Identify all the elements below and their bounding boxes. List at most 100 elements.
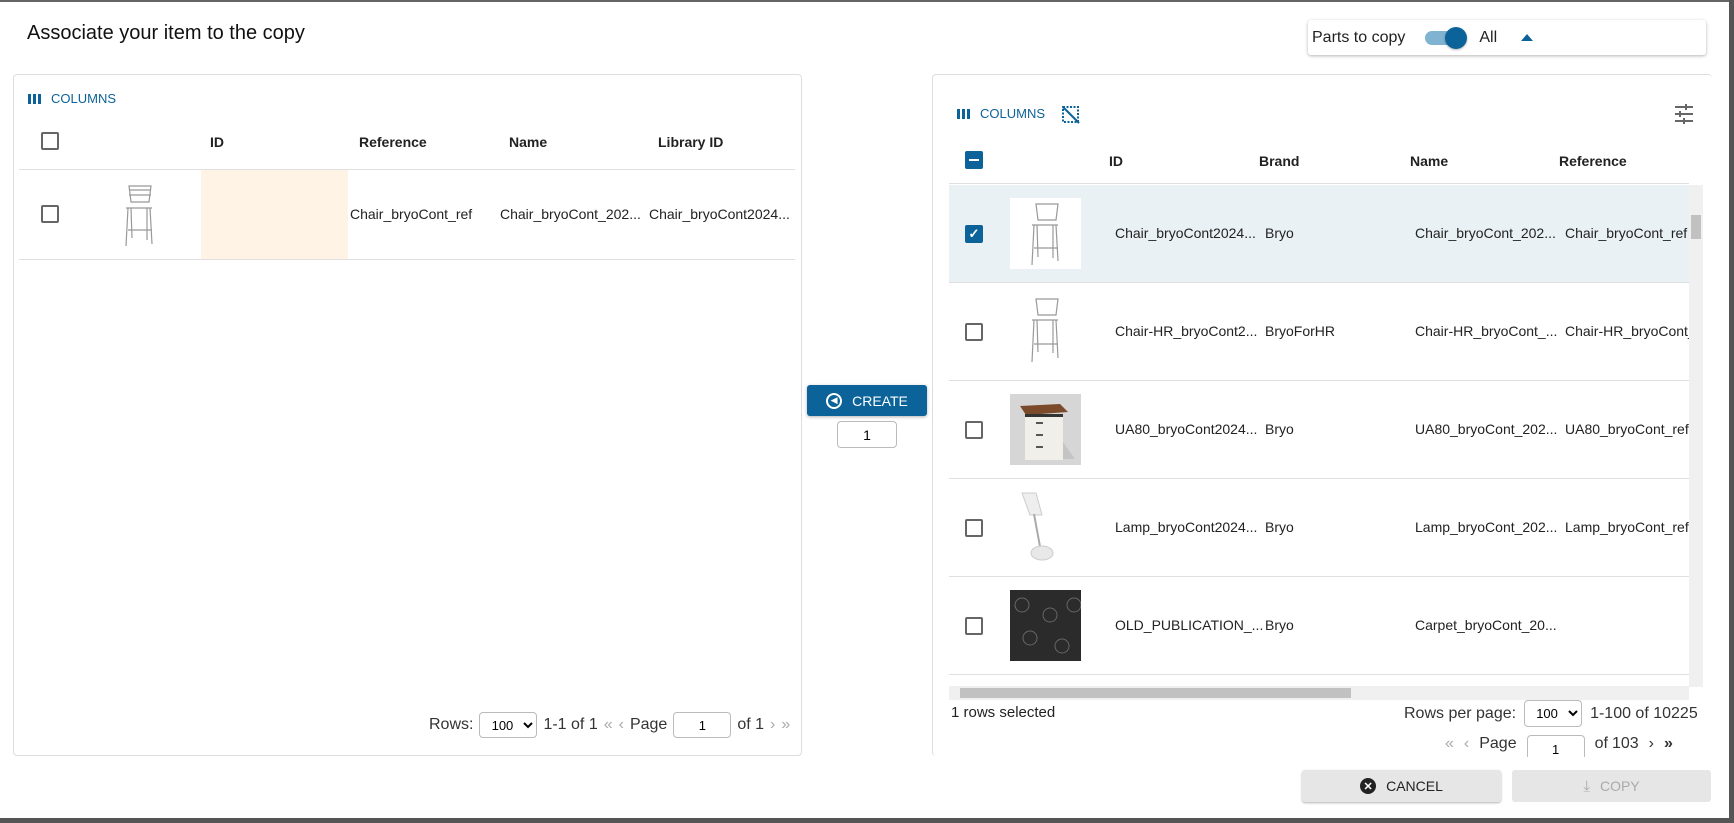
- page-count: of 1: [737, 716, 765, 733]
- columns-icon: [957, 108, 970, 119]
- cancel-button[interactable]: ✕ CANCEL: [1302, 770, 1501, 802]
- cabinet-thumbnail: [1010, 394, 1081, 465]
- reference-cell: Chair_bryoCont_ref: [350, 206, 473, 222]
- download-icon: ⤓: [1583, 777, 1590, 795]
- header-name[interactable]: Name: [1410, 153, 1448, 169]
- of-label: of: [1594, 735, 1608, 752]
- row-checkbox[interactable]: ✓: [965, 225, 983, 243]
- source-table-panel: COLUMNS ID Reference Name Library ID Cha…: [13, 74, 802, 756]
- next-page-button[interactable]: ›: [1649, 735, 1654, 753]
- header-library-id[interactable]: Library ID: [658, 134, 723, 150]
- right-rows-per-page: Rows per page: 100 1-100 of 10225: [1404, 700, 1698, 727]
- table-row[interactable]: ✓ Chair_bryoCont2024... Bryo Chair_bryoC…: [949, 185, 1689, 283]
- id-cell: Chair-HR_bryoCont2...: [1115, 323, 1258, 339]
- target-table-panel: COLUMNS ID Brand Name Reference ✓ Chair_…: [932, 74, 1712, 757]
- last-page-button[interactable]: »: [781, 716, 790, 734]
- page-label: Page: [629, 716, 668, 733]
- filter-settings-icon[interactable]: [1673, 103, 1695, 125]
- quantity-input[interactable]: [837, 421, 897, 448]
- header-id[interactable]: ID: [1109, 153, 1123, 169]
- brand-cell: Bryo: [1265, 519, 1294, 535]
- parts-toggle[interactable]: [1425, 26, 1468, 49]
- table-row[interactable]: OLD_PUBLICATION_... Bryo Carpet_bryoCont…: [949, 577, 1689, 675]
- brand-cell: Bryo: [1265, 225, 1294, 241]
- first-page-button[interactable]: «: [604, 716, 613, 734]
- reference-cell: UA80_bryoCont_ref: [1565, 421, 1689, 437]
- caret-up-icon[interactable]: [1521, 34, 1534, 41]
- copy-button[interactable]: ⤓ COPY: [1512, 770, 1711, 802]
- selected-count: 1 rows selected: [951, 704, 1056, 721]
- next-page-button[interactable]: ›: [770, 716, 775, 734]
- header-name[interactable]: Name: [509, 134, 547, 150]
- table-row[interactable]: Chair_bryoCont_ref Chair_bryoCont_202...…: [19, 170, 795, 259]
- rows-per-page-select[interactable]: 100: [479, 712, 538, 738]
- left-pagination: Rows: 100 1-1 of 1 « ‹ Page of 1 › »: [429, 712, 790, 738]
- brand-cell: BryoForHR: [1265, 323, 1336, 339]
- prev-page-button[interactable]: ‹: [1464, 735, 1469, 753]
- header-reference[interactable]: Reference: [359, 134, 427, 150]
- rows-label: Rows per page:: [1404, 704, 1517, 722]
- columns-button[interactable]: COLUMNS: [28, 91, 116, 106]
- columns-button[interactable]: COLUMNS: [957, 106, 1045, 121]
- dialog-title: Associate your item to the copy: [27, 22, 305, 44]
- name-cell: Chair_bryoCont_202...: [500, 206, 641, 222]
- id-cell: [201, 170, 348, 259]
- name-cell: Carpet_bryoCont_20...: [1415, 617, 1557, 633]
- header-id[interactable]: ID: [210, 134, 224, 150]
- id-cell: UA80_bryoCont2024...: [1115, 421, 1258, 437]
- lamp-thumbnail: [1021, 492, 1054, 561]
- horizontal-scrollbar[interactable]: [949, 686, 1689, 700]
- parts-to-copy-control: Parts to copy All: [1308, 20, 1706, 55]
- page-input[interactable]: [673, 712, 732, 738]
- last-page-button[interactable]: »: [1664, 735, 1673, 753]
- vertical-scrollbar[interactable]: [1689, 185, 1703, 687]
- row-checkbox[interactable]: [965, 617, 983, 635]
- row-checkbox[interactable]: [965, 421, 983, 439]
- id-cell: OLD_PUBLICATION_...: [1115, 617, 1264, 633]
- reference-cell: Chair-HR_bryoCont_...: [1565, 323, 1689, 339]
- right-pagination: « ‹ Page of 103 › »: [1445, 735, 1673, 757]
- cancel-label: CANCEL: [1386, 778, 1443, 794]
- table-row[interactable]: Chair-HR_bryoCont2... BryoForHR Chair-HR…: [949, 283, 1689, 381]
- id-cell: Lamp_bryoCont2024...: [1115, 519, 1258, 535]
- total-pages: 103: [1611, 735, 1639, 752]
- copy-label: COPY: [1599, 778, 1640, 794]
- bar-stool-thumbnail: [1010, 198, 1081, 269]
- rows-per-page-select[interactable]: 100: [1524, 700, 1583, 727]
- id-cell: Chair_bryoCont2024...: [1115, 225, 1256, 241]
- brand-cell: Bryo: [1265, 617, 1294, 633]
- table-body: ✓ Chair_bryoCont2024... Bryo Chair_bryoC…: [949, 185, 1689, 677]
- library-id-cell: Chair_bryoCont2024...: [649, 206, 790, 222]
- name-cell: UA80_bryoCont_202...: [1415, 421, 1558, 437]
- window-frame: [1729, 0, 1734, 823]
- row-checkbox[interactable]: [965, 323, 983, 341]
- bar-stool-thumbnail: [125, 185, 153, 247]
- prev-page-button[interactable]: ‹: [619, 716, 624, 734]
- close-circle-icon: ✕: [1360, 778, 1377, 794]
- row-checkbox[interactable]: [41, 205, 59, 223]
- table-row[interactable]: UA80_bryoCont2024... Bryo UA80_bryoCont_…: [949, 381, 1689, 479]
- select-all-checkbox[interactable]: [965, 151, 983, 169]
- table-row[interactable]: Lamp_bryoCont2024... Bryo Lamp_bryoCont_…: [949, 479, 1689, 577]
- name-cell: Chair-HR_bryoCont_...: [1415, 323, 1558, 339]
- window-frame: [0, 0, 1734, 2]
- page-input[interactable]: [1526, 735, 1585, 757]
- window-frame: [0, 818, 1734, 823]
- create-label: CREATE: [852, 392, 908, 409]
- range-text: 1-100 of 10225: [1590, 704, 1698, 722]
- parts-value: All: [1479, 28, 1498, 46]
- select-all-checkbox[interactable]: [41, 132, 59, 150]
- header-brand[interactable]: Brand: [1259, 153, 1299, 169]
- create-button[interactable]: ◀ CREATE: [807, 385, 927, 416]
- columns-icon: [28, 93, 41, 104]
- header-reference[interactable]: Reference: [1559, 153, 1627, 169]
- name-cell: Chair_bryoCont_202...: [1415, 225, 1556, 241]
- first-page-button[interactable]: «: [1445, 735, 1454, 753]
- reference-cell: Lamp_bryoCont_ref: [1565, 519, 1689, 535]
- columns-label: COLUMNS: [51, 91, 117, 106]
- columns-label: COLUMNS: [980, 106, 1046, 121]
- carpet-thumbnail: [1010, 590, 1081, 661]
- deselect-icon[interactable]: [1061, 105, 1081, 125]
- row-checkbox[interactable]: [965, 519, 983, 537]
- brand-cell: Bryo: [1265, 421, 1294, 437]
